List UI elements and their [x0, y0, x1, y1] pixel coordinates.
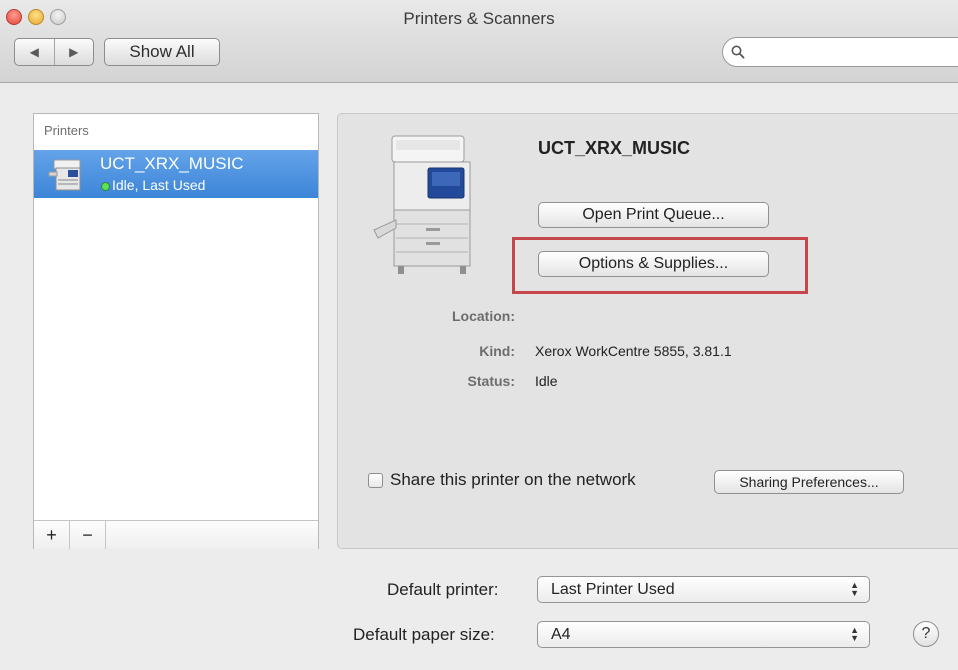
- default-printer-label: Default printer:: [387, 580, 499, 599]
- updown-arrows-icon: ▲ ▼: [850, 625, 859, 643]
- remove-printer-button[interactable]: −: [70, 521, 106, 549]
- window-title: Printers & Scanners: [403, 9, 555, 28]
- show-all-button[interactable]: Show All: [104, 38, 220, 66]
- location-label: Location:: [452, 308, 515, 324]
- forward-arrow-icon: ▶: [69, 45, 79, 59]
- search-field[interactable]: [722, 37, 958, 67]
- printer-list: Printers UCT_XRX_MUSIC Idle, Last Used +…: [33, 113, 319, 549]
- default-paper-size-value: A4: [551, 625, 571, 643]
- printer-title: UCT_XRX_MUSIC: [538, 138, 691, 158]
- highlight-box: [512, 237, 808, 294]
- kind-value: Xerox WorkCentre 5855, 3.81.1: [535, 343, 732, 359]
- back-button[interactable]: ◀: [15, 39, 54, 65]
- printer-large-icon: [373, 135, 471, 274]
- status-dot-icon: [101, 182, 110, 191]
- updown-arrows-icon: ▲ ▼: [850, 580, 859, 598]
- printer-list-toolbar: + −: [34, 520, 318, 549]
- share-printer-checkbox[interactable]: [368, 472, 383, 488]
- search-icon: [731, 45, 745, 59]
- default-paper-size-label: Default paper size:: [353, 625, 495, 644]
- sharing-preferences-button[interactable]: Sharing Preferences...: [714, 470, 904, 494]
- printer-name: UCT_XRX_MUSIC: [100, 154, 244, 173]
- back-arrow-icon: ◀: [29, 45, 39, 59]
- add-printer-button[interactable]: +: [34, 521, 70, 549]
- default-printer-value: Last Printer Used: [551, 580, 675, 598]
- status-value: Idle: [535, 373, 558, 389]
- printer-list-header: Printers: [44, 123, 89, 138]
- share-printer-row: Share this printer on the network: [368, 470, 636, 490]
- forward-button[interactable]: ▶: [53, 39, 94, 65]
- search-input[interactable]: [751, 43, 955, 61]
- help-button[interactable]: ?: [913, 621, 939, 647]
- share-printer-label[interactable]: Share this printer on the network: [390, 470, 636, 490]
- default-paper-size-select[interactable]: A4 ▲ ▼: [537, 621, 870, 648]
- printer-status: Idle, Last Used: [112, 177, 206, 193]
- default-printer-select[interactable]: Last Printer Used ▲ ▼: [537, 576, 870, 603]
- printer-list-item[interactable]: UCT_XRX_MUSIC Idle, Last Used: [34, 150, 318, 198]
- kind-label: Kind:: [479, 343, 515, 359]
- back-forward-control: ◀ ▶: [14, 38, 94, 66]
- multifunction-printer-icon: [48, 159, 81, 191]
- printer-detail-panel: UCT_XRX_MUSIC Open Print Queue... Option…: [337, 113, 958, 549]
- open-print-queue-button[interactable]: Open Print Queue...: [538, 202, 769, 228]
- window-titlebar: Printers & Scanners ◀ ▶ Show All: [0, 0, 958, 83]
- status-label: Status:: [467, 373, 515, 389]
